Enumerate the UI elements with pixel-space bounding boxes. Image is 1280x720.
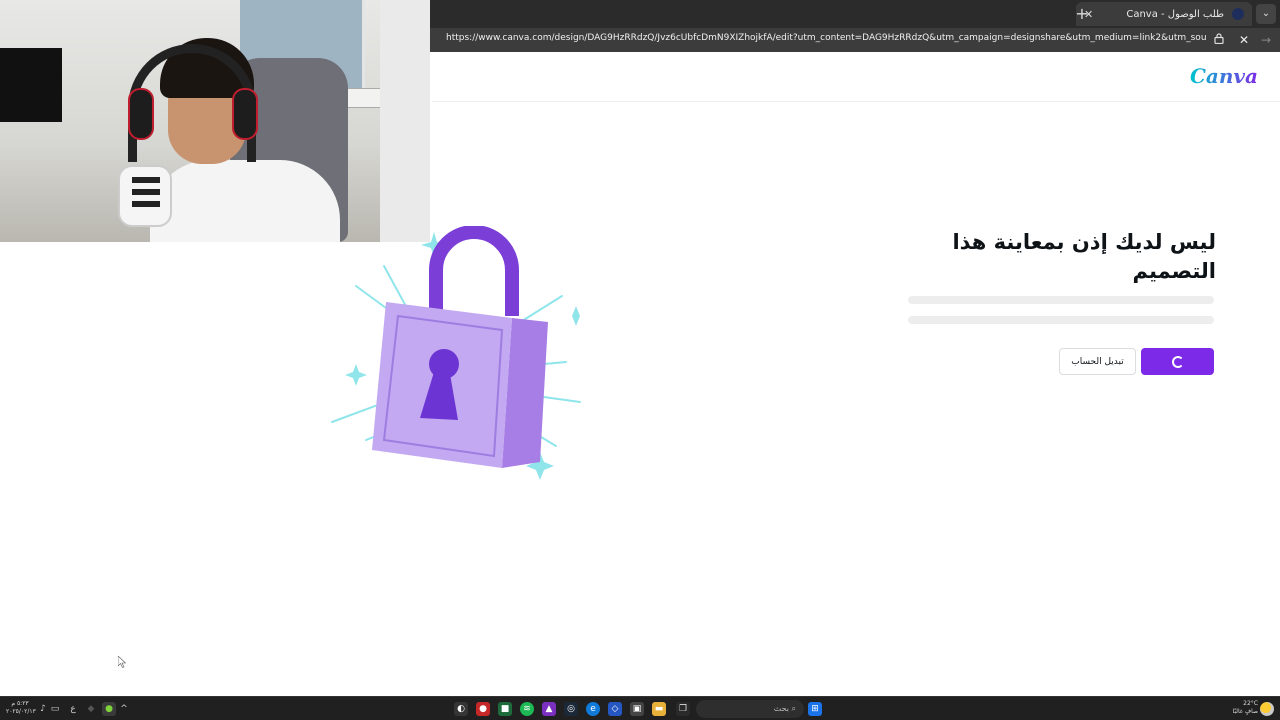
- webcam-overlay: [0, 0, 430, 242]
- search-icon: ⌕: [788, 704, 797, 713]
- spotify-icon[interactable]: ≋: [520, 702, 534, 716]
- loading-skeleton-line: [908, 296, 1214, 304]
- weather-widget[interactable]: 22°C صافٍ غالبًا: [1228, 700, 1258, 716]
- weather-icon[interactable]: [1260, 702, 1274, 716]
- app-icon[interactable]: ▲: [542, 702, 556, 716]
- start-button-icon[interactable]: ⊞: [808, 702, 822, 716]
- taskbar-search[interactable]: ⌕ بحث: [696, 700, 804, 718]
- app-icon[interactable]: ■: [498, 702, 512, 716]
- file-explorer-icon[interactable]: ▬: [652, 702, 666, 716]
- app-icon[interactable]: ●: [476, 702, 490, 716]
- request-access-button[interactable]: [1141, 348, 1214, 375]
- padlock-shackle: [429, 226, 519, 316]
- permission-denied-heading: ليس لديك إذن بمعاينة هذا التصميم: [952, 230, 1216, 283]
- screen: ⌄ طلب الوصول - Canva ✕ + https://www.can…: [0, 0, 1280, 720]
- tab-title: طلب الوصول - Canva: [1126, 8, 1224, 20]
- forward-icon[interactable]: →: [1258, 32, 1274, 48]
- webcam-headset-cup-right: [232, 88, 258, 140]
- switch-account-button[interactable]: تبديل الحساب: [1059, 348, 1136, 375]
- task-view-icon[interactable]: ❐: [676, 702, 690, 716]
- tray-app-icon[interactable]: ●: [102, 702, 116, 716]
- loading-spinner-icon: [1171, 355, 1184, 368]
- webcam-microphone: [118, 165, 172, 227]
- steam-icon[interactable]: ◎: [564, 702, 578, 716]
- store-icon[interactable]: ▣: [630, 702, 644, 716]
- webcam-shelf: [380, 0, 430, 242]
- volume-icon[interactable]: ♪: [38, 702, 48, 716]
- edge-icon[interactable]: e: [586, 702, 600, 716]
- lock-icon[interactable]: [1212, 33, 1226, 47]
- taskbar: ٥:٢٣ م ٢٠٢٥/٠٢/١٣ ♪ ▭ ع ◆ ● ^ ◐ ● ■ ≋ ▲ …: [0, 696, 1280, 720]
- language-indicator[interactable]: ع: [68, 702, 78, 716]
- webcam-person-body: [150, 160, 340, 242]
- app-icon[interactable]: ◐: [454, 702, 468, 716]
- loading-skeleton-line: [908, 316, 1214, 324]
- mouse-cursor-icon: [118, 656, 126, 668]
- chevron-up-icon[interactable]: ^: [118, 702, 130, 716]
- tab-menu-button[interactable]: ⌄: [1256, 4, 1276, 24]
- webcam-monitor: [0, 48, 62, 122]
- url-field[interactable]: https://www.canva.com/design/DAG9HzRRdzQ…: [446, 33, 1206, 43]
- canva-header: Canva: [432, 52, 1280, 102]
- close-icon[interactable]: ✕: [1236, 32, 1252, 48]
- tab-canva[interactable]: طلب الوصول - Canva ✕: [1076, 2, 1252, 26]
- canva-logo[interactable]: Canva: [1190, 64, 1258, 88]
- padlock-illustration: [331, 226, 581, 480]
- new-tab-button[interactable]: +: [1072, 4, 1092, 24]
- network-icon[interactable]: ▭: [50, 702, 60, 716]
- webcam-headset-cup-left: [128, 88, 154, 140]
- canva-favicon-icon: [1232, 8, 1244, 20]
- app-icon[interactable]: ◇: [608, 702, 622, 716]
- taskbar-clock[interactable]: ٥:٢٣ م ٢٠٢٥/٠٢/١٣: [6, 700, 36, 716]
- tray-icon[interactable]: ◆: [86, 702, 96, 716]
